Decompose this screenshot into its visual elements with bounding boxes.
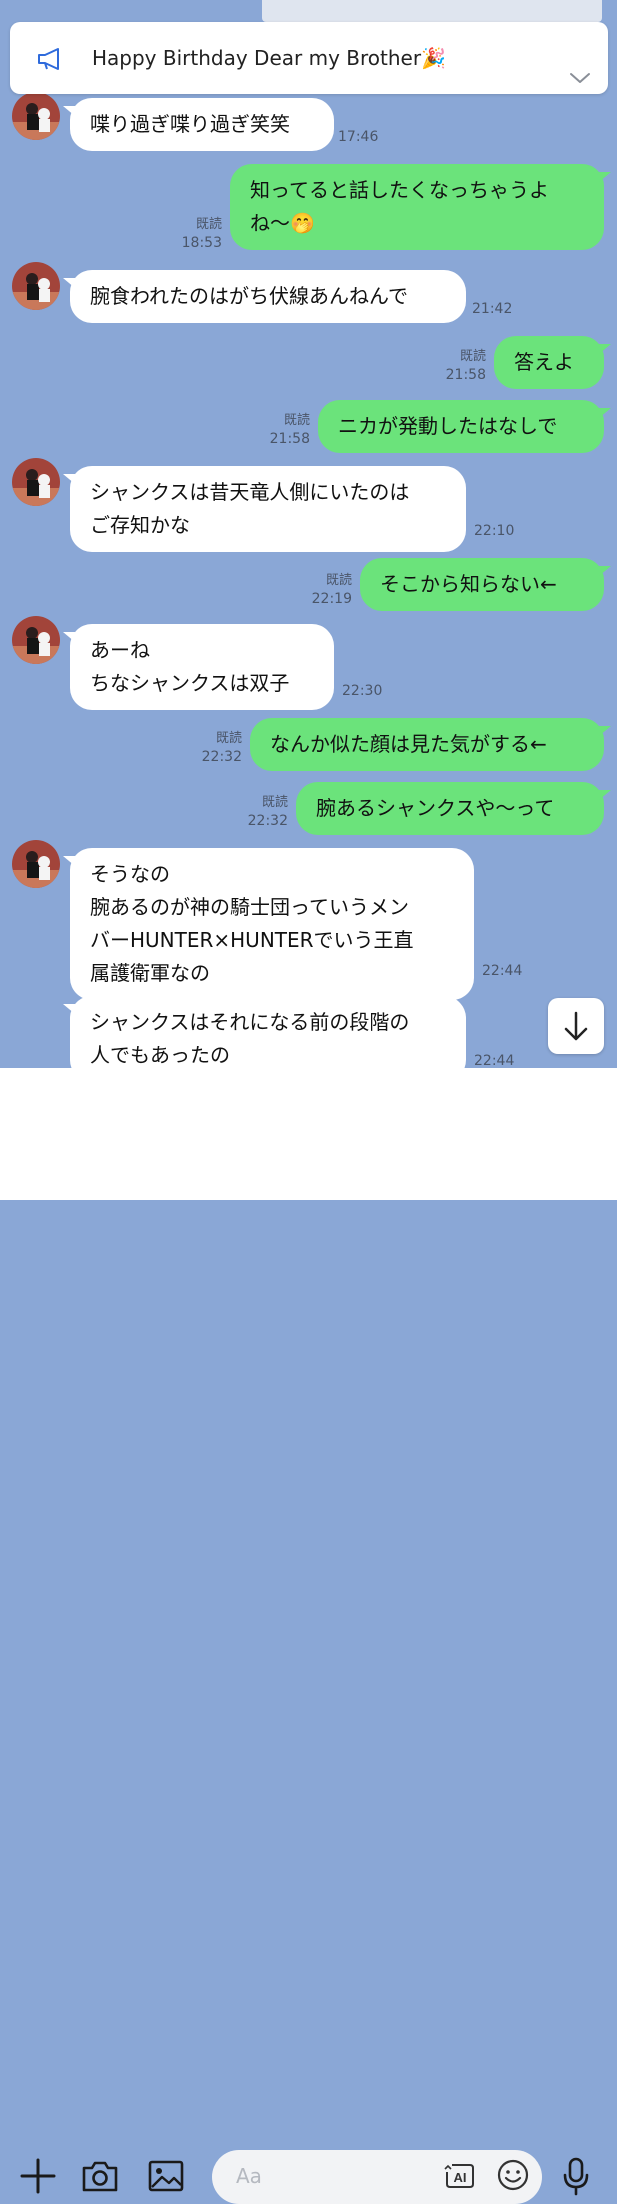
message-bubble-incoming[interactable]: シャンクスは昔天竜人側にいたのは ご存知かな (63, 466, 466, 552)
message-time: 21:42 (472, 301, 513, 317)
message-text-line: ね〜🤭 (250, 211, 315, 235)
emoji-icon[interactable] (496, 2158, 530, 2192)
message-time: 21:58 (445, 367, 486, 383)
background-strip (262, 0, 602, 22)
message-text-line: 人でもあったの (90, 1043, 230, 1067)
message-text-line: 属護衛軍なの (90, 961, 210, 985)
message-text-line: そうなの (90, 862, 170, 886)
message-meta: 17:46 (338, 128, 382, 146)
microphone-icon[interactable] (560, 2156, 592, 2196)
message-text-line: 答えよ (514, 350, 574, 374)
avatar-icon (12, 616, 60, 664)
camera-icon[interactable] (80, 2156, 120, 2196)
message-meta: 22:44 (474, 1052, 518, 1068)
message-meta: 22:30 (342, 682, 386, 700)
message-time: 21:58 (269, 431, 310, 447)
message-meta: 既読 22:32 (188, 730, 242, 766)
message-bubble-outgoing[interactable]: ニカが発動したはなしで (318, 400, 611, 453)
message-time: 22:32 (201, 749, 242, 765)
message-meta: 既読 18:53 (168, 216, 222, 252)
avatar-icon (12, 840, 60, 888)
message-input[interactable]: Aa (212, 2150, 542, 2204)
ai-icon[interactable]: AI (442, 2162, 476, 2190)
message-bubble-outgoing[interactable]: そこから知らない← (360, 558, 611, 611)
message-text-line: バーHUNTER×HUNTERでいう王直 (90, 928, 414, 952)
message-time: 22:44 (474, 1053, 515, 1068)
avatar-icon (12, 458, 60, 506)
message-bubble-outgoing[interactable]: なんか似た顔は見た気がする← (250, 718, 611, 771)
message-text-line: 腕あるシャンクスや〜って (316, 796, 555, 820)
avatar[interactable] (12, 458, 60, 506)
avatar[interactable] (12, 616, 60, 664)
message-text-line: そこから知らない← (380, 572, 557, 596)
announcement-banner[interactable]: Happy Birthday Dear my Brother🎉 (10, 22, 608, 94)
message-text-line: ちなシャンクスは双子 (90, 671, 290, 695)
message-bubble-incoming[interactable]: 腕食われたのはがち伏線あんねんで (63, 270, 466, 323)
message-meta: 22:10 (474, 522, 518, 540)
message-bubble-incoming[interactable]: あーね ちなシャンクスは双子 (63, 624, 334, 710)
avatar[interactable] (12, 92, 60, 140)
read-receipt: 既読 (283, 413, 310, 428)
read-receipt: 既読 (325, 573, 352, 588)
read-receipt: 既読 (195, 217, 222, 232)
ai-label: AI (454, 2170, 467, 2185)
message-text-line: シャンクスはそれになる前の段階の (90, 1010, 410, 1034)
message-meta: 既読 21:58 (432, 348, 486, 384)
message-meta: 22:44 (482, 962, 526, 980)
message-text-line: 知ってると話したくなっちゃうよ (250, 178, 549, 202)
megaphone-icon (38, 48, 59, 70)
message-text-line: 腕あるのが神の騎士団っていうメン (90, 895, 409, 919)
message-bubble-outgoing[interactable]: 腕あるシャンクスや〜って (296, 782, 611, 835)
message-time: 18:53 (181, 235, 222, 251)
message-bubble-outgoing[interactable]: 知ってると話したくなっちゃうよ ね〜🤭 (230, 164, 611, 250)
message-text-line: なんか似た顔は見た気がする← (270, 732, 547, 756)
message-meta: 既読 22:32 (234, 794, 288, 830)
message-text-line: 喋り過ぎ喋り過ぎ笑笑 (90, 112, 290, 136)
message-text-line: ご存知かな (90, 513, 190, 537)
message-bubble-incoming[interactable]: 喋り過ぎ喋り過ぎ笑笑 (63, 98, 334, 151)
message-text-line: 腕食われたのはがち伏線あんねんで (90, 284, 408, 308)
avatar-icon (12, 92, 60, 140)
message-text-line: シャンクスは昔天竜人側にいたのは (90, 480, 410, 504)
message-time: 22:19 (311, 591, 352, 607)
message-time: 22:44 (482, 963, 523, 979)
chevron-down-icon[interactable] (566, 70, 594, 86)
avatar[interactable] (12, 262, 60, 310)
message-input-placeholder: Aa (236, 2164, 262, 2188)
read-receipt: 既読 (459, 349, 486, 364)
message-time: 22:10 (474, 523, 515, 539)
read-receipt: 既読 (261, 795, 288, 810)
message-text-line: あーね (90, 638, 150, 662)
message-text-line: ニカが発動したはなしで (338, 414, 558, 438)
message-bubble-outgoing[interactable]: 答えよ (494, 336, 611, 389)
message-bubble-incoming[interactable]: シャンクスはそれになる前の段階の 人でもあったの (63, 996, 466, 1068)
message-toolbar: Aa AI (0, 1068, 617, 2204)
message-meta: 既読 21:58 (256, 412, 310, 448)
message-time: 17:46 (338, 129, 379, 145)
chat-area[interactable]: 喋り過ぎ喋り過ぎ笑笑 17:46 既読 18:53 知ってると話したくなっちゃう… (0, 0, 617, 1068)
scroll-to-bottom-button[interactable] (548, 998, 604, 1054)
announcement-text: Happy Birthday Dear my Brother🎉 (92, 46, 446, 70)
message-time: 22:32 (247, 813, 288, 829)
image-icon[interactable] (146, 2156, 186, 2196)
read-receipt: 既読 (215, 731, 242, 746)
message-meta: 21:42 (472, 300, 516, 318)
message-meta: 既読 22:19 (298, 572, 352, 608)
message-time: 22:30 (342, 683, 383, 699)
plus-icon[interactable] (18, 2156, 58, 2196)
avatar[interactable] (12, 840, 60, 888)
message-bubble-incoming[interactable]: そうなの 腕あるのが神の騎士団っていうメン バーHUNTER×HUNTERでいう… (63, 848, 474, 1000)
arrow-down-icon (564, 1011, 588, 1041)
avatar-icon (12, 262, 60, 310)
